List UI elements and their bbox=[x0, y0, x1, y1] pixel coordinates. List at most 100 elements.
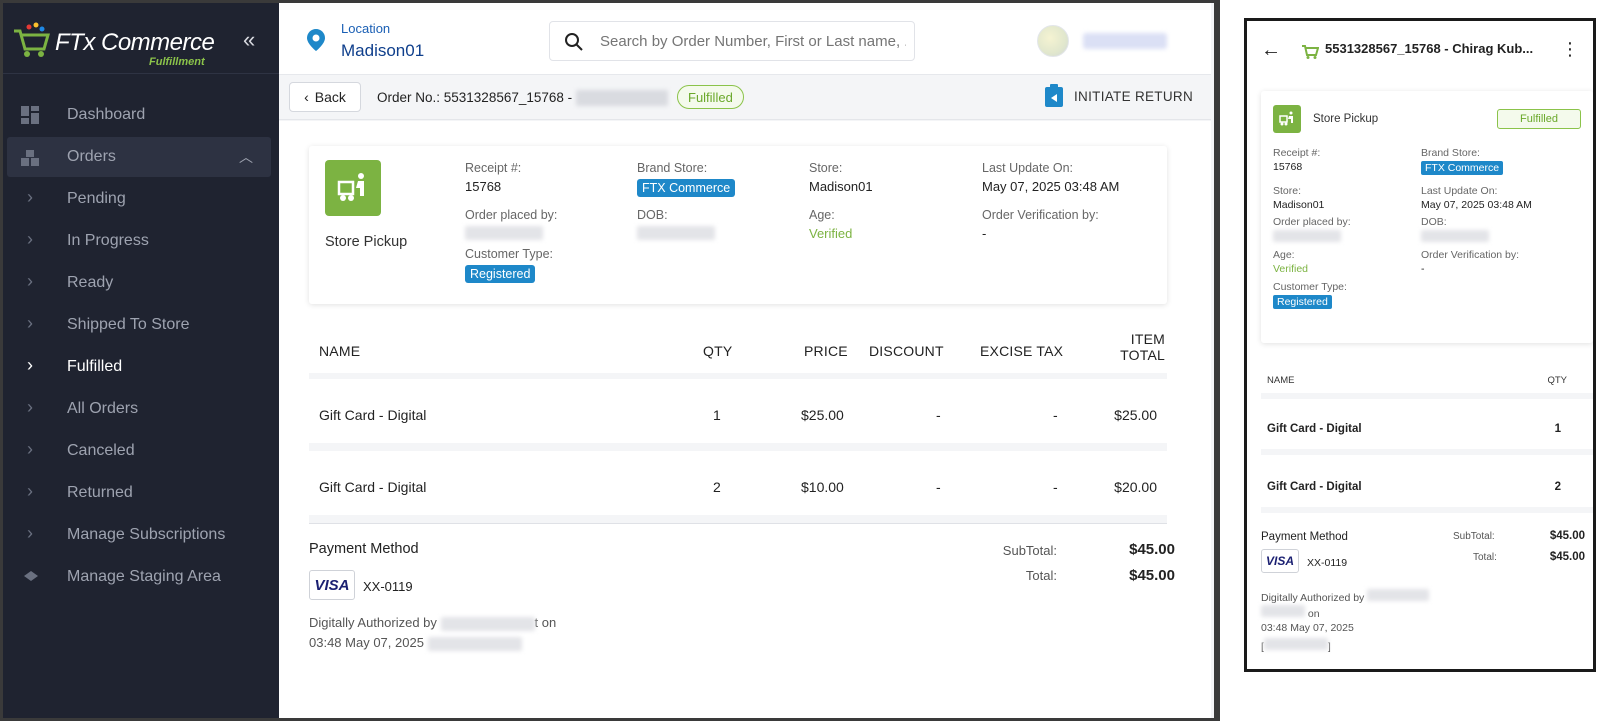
table-row[interactable]: Gift Card - Digital 1 $25.00 - - $25.00 bbox=[309, 379, 1167, 451]
customer-type-label: Customer Type: bbox=[465, 247, 554, 261]
mobile-age-field: Age: Verified bbox=[1273, 249, 1308, 275]
sidebar-item-manage-subscriptions[interactable]: › Manage Subscriptions bbox=[3, 515, 279, 555]
item-name: Gift Card - Digital bbox=[319, 479, 427, 495]
authorization-prefix: Digitally Authorized by bbox=[309, 615, 437, 630]
sidebar-item-dashboard[interactable]: Dashboard bbox=[3, 95, 279, 135]
last-update-value: May 07, 2025 03:48 AM bbox=[1421, 199, 1532, 211]
brand-name: FTx Commerce bbox=[55, 29, 215, 56]
sidebar-item-canceled[interactable]: › Canceled bbox=[3, 431, 279, 471]
store-pickup-icon bbox=[1273, 105, 1301, 133]
order-number-text: Order No.: 5531328567_15768 - bbox=[377, 90, 573, 105]
orders-icon bbox=[21, 150, 39, 166]
sidebar-item-orders[interactable]: Orders ︿ bbox=[7, 137, 271, 177]
store-value: Madison01 bbox=[809, 179, 873, 194]
mobile-card-number: XX-0119 bbox=[1307, 557, 1348, 569]
mobile-subtotal-label: SubTotal: bbox=[1453, 531, 1495, 542]
col-item-total: ITEM TOTAL bbox=[1120, 331, 1165, 363]
age-label: Age: bbox=[1273, 249, 1295, 261]
sidebar-item-label: Fulfilled bbox=[67, 358, 123, 375]
item-discount: - bbox=[936, 479, 941, 495]
avatar[interactable] bbox=[1037, 25, 1069, 57]
authorizer-redacted bbox=[1367, 589, 1430, 601]
mobile-order-title: 5531328567_15768 - Chirag Kub... bbox=[1325, 41, 1534, 56]
chevron-up-icon: ︿ bbox=[239, 149, 253, 165]
col-price: PRICE bbox=[804, 343, 848, 359]
age-value: Verified bbox=[809, 226, 853, 241]
back-button[interactable]: ‹ Back bbox=[289, 82, 361, 112]
col-name: NAME bbox=[319, 343, 361, 359]
sidebar-item-all-orders[interactable]: › All Orders bbox=[3, 389, 279, 429]
receipt-value: 15768 bbox=[1273, 161, 1303, 173]
status-badge: Fulfilled bbox=[677, 85, 744, 109]
more-options-icon[interactable]: ⋮ bbox=[1561, 39, 1579, 60]
col-qty: QTY bbox=[703, 343, 733, 359]
mobile-subtotal-value: $45.00 bbox=[1549, 530, 1585, 542]
chevron-right-icon: › bbox=[27, 397, 33, 417]
location-value[interactable]: Madison01 bbox=[341, 41, 424, 61]
chevron-right-icon: › bbox=[27, 313, 33, 333]
item-excise: - bbox=[1053, 479, 1058, 495]
initiate-return-button[interactable]: INITIATE RETURN bbox=[1044, 84, 1193, 108]
table-row[interactable]: Gift Card - Digital 1 bbox=[1261, 403, 1593, 455]
location-pin-icon bbox=[307, 29, 325, 51]
placed-by-field: Order placed by: bbox=[465, 208, 557, 243]
sidebar-item-shipped-to-store[interactable]: › Shipped To Store bbox=[3, 305, 279, 345]
age-field: Age: Verified bbox=[809, 208, 852, 241]
sidebar-item-returned[interactable]: › Returned bbox=[3, 473, 279, 513]
item-excise: - bbox=[1053, 407, 1058, 423]
order-number: Order No.: 5531328567_15768 - bbox=[377, 90, 669, 107]
back-arrow-icon[interactable]: ← bbox=[1261, 39, 1281, 62]
item-name: Gift Card - Digital bbox=[1267, 481, 1362, 493]
chevron-right-icon: › bbox=[27, 523, 33, 543]
customer-type-value: Registered bbox=[1273, 295, 1332, 309]
store-pickup-icon bbox=[325, 160, 381, 216]
store-label: Store: bbox=[809, 161, 843, 175]
item-qty: 1 bbox=[1554, 423, 1561, 435]
table-row[interactable]: Gift Card - Digital 2 $10.00 - - $20.00 bbox=[309, 451, 1167, 523]
authorization-time-line: 03:48 May 07, 2025 bbox=[309, 635, 522, 651]
visa-card-icon: VISA bbox=[1261, 549, 1299, 573]
item-total: $25.00 bbox=[1114, 407, 1157, 423]
sidebar-item-ready[interactable]: › Ready bbox=[3, 263, 279, 303]
sidebar-item-label: Orders bbox=[67, 148, 116, 165]
mobile-auth-line: Digitally Authorized by bbox=[1261, 589, 1430, 604]
mobile-total-value: $45.00 bbox=[1549, 551, 1585, 563]
mobile-placed-by-field: Order placed by: bbox=[1273, 216, 1351, 245]
staging-icon bbox=[24, 571, 38, 581]
verification-label: Order Verification by: bbox=[982, 208, 1099, 222]
order-subbar: ‹ Back Order No.: 5531328567_15768 - Ful… bbox=[279, 76, 1211, 120]
mobile-verification-field: Order Verification by: - bbox=[1421, 249, 1519, 275]
search-input[interactable] bbox=[600, 22, 906, 60]
verification-value: - bbox=[1421, 263, 1425, 275]
back-button-label: Back bbox=[314, 89, 346, 105]
sidebar-item-manage-staging-area[interactable]: Manage Staging Area bbox=[3, 557, 279, 597]
col-qty: QTY bbox=[1547, 375, 1567, 386]
payment-method-title: Payment Method bbox=[309, 541, 419, 557]
mobile-table-header: NAME QTY bbox=[1261, 361, 1593, 399]
sidebar-item-pending[interactable]: › Pending bbox=[3, 179, 279, 219]
collapse-sidebar-icon[interactable]: « bbox=[243, 27, 255, 53]
customer-type-value: Registered bbox=[465, 265, 536, 283]
order-type: Store Pickup bbox=[325, 234, 408, 250]
mobile-order-card: Store Pickup Fulfilled Receipt #: 15768 … bbox=[1261, 91, 1593, 343]
sidebar-item-label: Returned bbox=[67, 484, 133, 501]
user-name-redacted[interactable] bbox=[1083, 33, 1167, 49]
mobile-brand-store-field: Brand Store: FTX Commerce bbox=[1421, 147, 1504, 175]
last-update-field: Last Update On: May 07, 2025 03:48 AM bbox=[982, 161, 1119, 194]
mobile-dob-field: DOB: bbox=[1421, 216, 1489, 245]
sidebar-item-label: Pending bbox=[67, 190, 126, 207]
sidebar-item-fulfilled[interactable]: › Fulfilled bbox=[3, 347, 279, 387]
sidebar-item-in-progress[interactable]: › In Progress bbox=[3, 221, 279, 261]
subtotal-label: SubTotal: bbox=[1002, 543, 1057, 558]
verification-label: Order Verification by: bbox=[1421, 249, 1520, 261]
customer-type-field: Customer Type: Registered bbox=[465, 247, 553, 283]
item-qty: 2 bbox=[713, 479, 721, 495]
chevron-left-icon: ‹ bbox=[304, 89, 309, 105]
placed-by-label: Order placed by: bbox=[465, 208, 558, 222]
mobile-last-update-field: Last Update On: May 07, 2025 03:48 AM bbox=[1421, 185, 1532, 211]
mobile-status-badge: Fulfilled bbox=[1497, 109, 1581, 129]
mobile-customer-type-field: Customer Type: Registered bbox=[1273, 281, 1347, 309]
table-row[interactable]: Gift Card - Digital 2 bbox=[1261, 461, 1593, 513]
top-header: Location Madison01 bbox=[279, 3, 1211, 75]
dashboard-icon bbox=[21, 106, 39, 124]
